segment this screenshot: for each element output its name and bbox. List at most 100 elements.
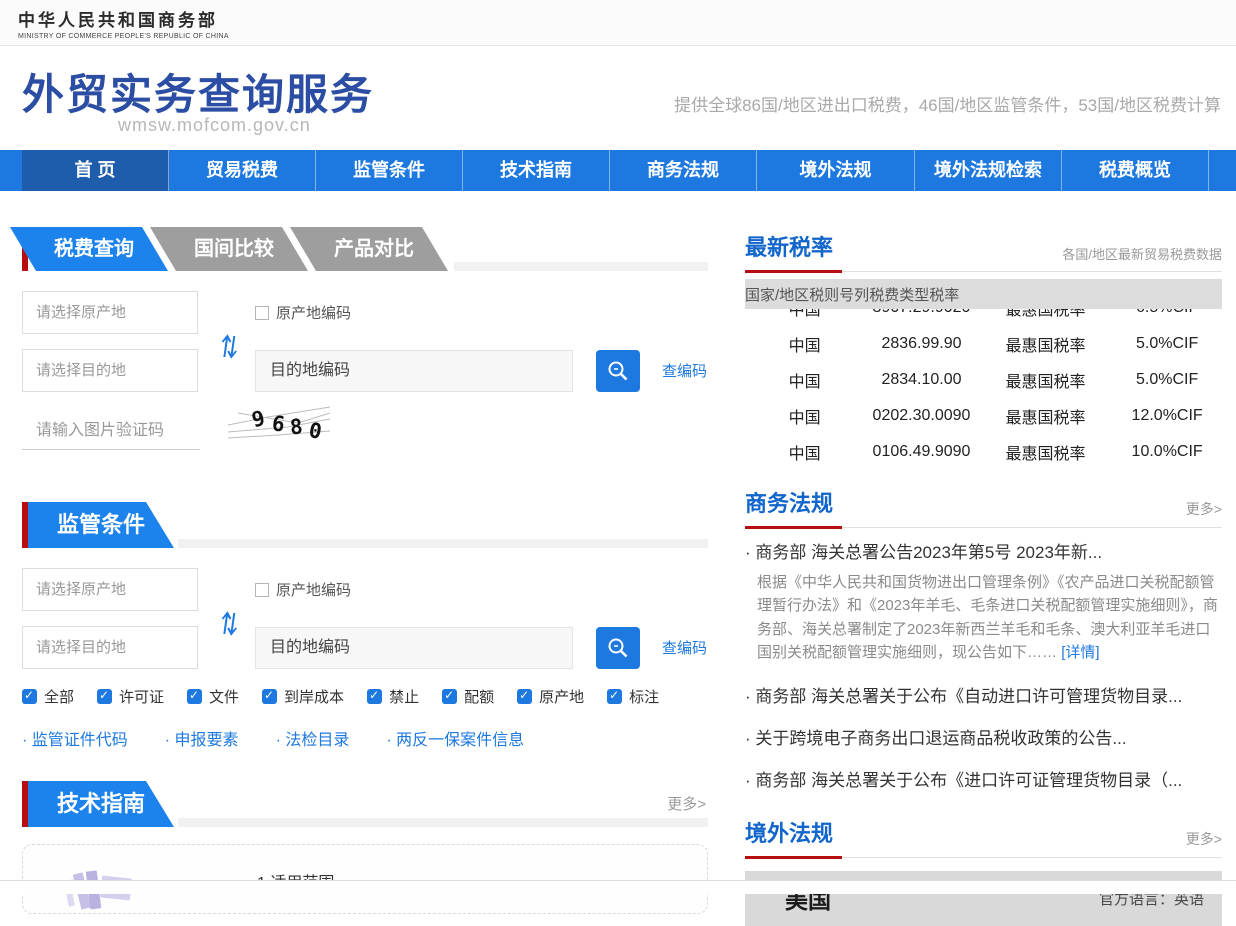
captcha-image[interactable]: 9680 <box>228 405 330 445</box>
origin-code-checkbox[interactable]: 原产地编码 <box>255 579 351 600</box>
query-tab[interactable]: 国间比较 <box>150 227 308 271</box>
nav-item[interactable]: 境外法规 <box>757 150 915 191</box>
regulation-item[interactable]: · 关于跨境电子商务出口退运商品税收政策的公告... <box>745 724 1222 749</box>
detail-link[interactable]: [详情] <box>1061 644 1099 661</box>
nav-item[interactable]: 首 页 <box>22 150 169 191</box>
quick-link[interactable]: · 申报要素 <box>165 726 239 750</box>
quick-link[interactable]: · 法检目录 <box>276 726 350 750</box>
origin-select[interactable]: 请选择原产地 <box>22 568 198 611</box>
filter-label: 全部 <box>44 686 74 707</box>
filter-checkbox[interactable]: 全部 <box>22 686 74 707</box>
supervision-quick-links: · 监管证件代码 · 申报要素 · 法检目录 · 两反一保案件信息 <box>22 726 708 750</box>
origin-code-checkbox[interactable]: 原产地编码 <box>255 302 351 323</box>
rates-rate: 6.5%CIF <box>1112 309 1222 317</box>
filter-checkbox[interactable]: 到岸成本 <box>262 686 344 707</box>
mofcom-logo-cn: 中华人民共和国商务部 <box>18 6 1236 31</box>
rates-hs-code: 0106.49.9090 <box>864 443 978 461</box>
captcha-input[interactable]: 请输入图片验证码 <box>22 408 200 450</box>
query-tab[interactable]: 税费查询 <box>10 227 168 271</box>
destination-code-input[interactable]: 目的地编码 <box>255 350 573 392</box>
tax-query-form: 请选择原产地 原产地编码 请选择目的地 目的地编码 <box>22 291 708 450</box>
filter-checkbox[interactable]: 原产地 <box>517 686 584 707</box>
red-accent-bar <box>22 502 28 548</box>
quick-link[interactable]: · 监管证件代码 <box>22 726 128 750</box>
tax-query-tabs: 税费查询 国间比较 产品对比 <box>22 227 708 271</box>
mofcom-logo-en: MINISTRY OF COMMERCE PEOPLE'S REPUBLIC O… <box>18 33 1236 40</box>
destination-code-input[interactable]: 目的地编码 <box>255 627 573 669</box>
checkbox-checked-icon[interactable] <box>607 689 622 704</box>
rates-country: 中国 <box>745 332 864 356</box>
rates-row[interactable]: 中国 0202.30.0090 最惠国税率 12.0%CIF <box>745 398 1222 434</box>
left-column: 税费查询 国间比较 产品对比 请选择原产地 原产地编码 请选择 <box>22 191 708 914</box>
nav-item[interactable]: 境外法规检索 <box>915 150 1062 191</box>
rates-rate: 5.0%CIF <box>1112 371 1222 389</box>
rates-row[interactable]: 中国 2836.99.90 最惠国税率 5.0%CIF <box>745 326 1222 362</box>
rates-hs-code: 2834.10.00 <box>864 371 978 389</box>
checkbox-checked-icon[interactable] <box>187 689 202 704</box>
foreign-regulations-more-link[interactable]: 更多> <box>1186 829 1222 849</box>
checkbox-unchecked-icon[interactable] <box>255 583 269 597</box>
red-underline <box>745 270 842 273</box>
nav-item[interactable]: 贸易税费 <box>169 150 316 191</box>
rates-column-header: 国家/地区 <box>745 284 809 305</box>
featured-regulation-summary: 根据《中华人民共和国货物进出口管理条例》《农产品进口关税配额管理暂行办法》和《2… <box>757 571 1219 665</box>
search-button[interactable] <box>596 627 640 669</box>
site-title: 外贸实务查询服务 <box>22 61 374 122</box>
rates-rate: 12.0%CIF <box>1112 407 1222 425</box>
origin-select[interactable]: 请选择原产地 <box>22 291 198 334</box>
filter-checkbox[interactable]: 禁止 <box>367 686 419 707</box>
nav-item[interactable]: 技术指南 <box>463 150 610 191</box>
checkbox-checked-icon[interactable] <box>22 689 37 704</box>
filter-label: 原产地 <box>539 686 584 707</box>
site-header: 外贸实务查询服务 wmsw.mofcom.gov.cn 提供全球86国/地区进出… <box>0 47 1236 150</box>
tech-guide-section-header: 技术指南 更多> <box>22 781 708 827</box>
checkbox-checked-icon[interactable] <box>367 689 382 704</box>
filter-checkbox[interactable]: 标注 <box>607 686 659 707</box>
rates-rate: 5.0%CIF <box>1112 335 1222 353</box>
origin-code-label: 原产地编码 <box>276 302 351 323</box>
destination-select[interactable]: 请选择目的地 <box>22 626 198 669</box>
nav-item[interactable]: 监管条件 <box>316 150 463 191</box>
nav-item[interactable]: 商务法规 <box>610 150 757 191</box>
checkbox-unchecked-icon[interactable] <box>255 306 269 320</box>
regulation-item[interactable]: · 商务部 海关总署关于公布《进口许可证管理货物目录（... <box>745 766 1222 791</box>
lookup-code-link[interactable]: 查编码 <box>662 637 707 658</box>
checkbox-checked-icon[interactable] <box>262 689 277 704</box>
featured-regulation-title[interactable]: · 商务部 海关总署公告2023年第5号 2023年新... <box>745 538 1222 563</box>
swap-arrows-icon[interactable] <box>218 608 242 638</box>
country-box[interactable]: 美国 官方语言：英语 <box>745 871 1222 926</box>
tech-guide-card[interactable]: 1.适用范围 <box>22 844 708 914</box>
rates-type: 最惠国税率 <box>979 368 1113 392</box>
lookup-code-link[interactable]: 查编码 <box>662 360 707 381</box>
checkbox-checked-icon[interactable] <box>97 689 112 704</box>
quick-link[interactable]: · 两反一保案件信息 <box>386 726 524 750</box>
filter-checkbox[interactable]: 许可证 <box>97 686 164 707</box>
checkbox-checked-icon[interactable] <box>442 689 457 704</box>
supervision-section-header: 监管条件 <box>22 502 708 548</box>
search-button[interactable] <box>596 350 640 392</box>
rates-column-header: 税则号列 <box>809 284 869 305</box>
tech-guide-more-link[interactable]: 更多> <box>667 793 706 814</box>
biz-regulations-more-link[interactable]: 更多> <box>1186 499 1222 519</box>
foreign-regulations-header: 境外法规 更多> <box>745 816 1222 858</box>
gov-topbar: 中华人民共和国商务部 MINISTRY OF COMMERCE PEOPLE'S… <box>0 0 1236 46</box>
filter-label: 到岸成本 <box>284 686 344 707</box>
nav-item[interactable]: 税费概览 <box>1062 150 1209 191</box>
destination-select[interactable]: 请选择目的地 <box>22 349 198 392</box>
site-domain: wmsw.mofcom.gov.cn <box>118 115 311 136</box>
checkbox-checked-icon[interactable] <box>517 689 532 704</box>
rates-row[interactable]: 中国 2834.10.00 最惠国税率 5.0%CIF <box>745 362 1222 398</box>
biz-regulations-title: 商务法规 <box>745 486 833 518</box>
rates-ticker-viewport: 中国 3907.29.9020 最惠国税率 6.5%CIF 中国 2836.99… <box>745 309 1222 470</box>
filter-label: 文件 <box>209 686 239 707</box>
rates-country: 中国 <box>745 309 864 320</box>
regulation-item[interactable]: · 商务部 海关总署关于公布《自动进口许可管理货物目录... <box>745 682 1222 707</box>
main-nav: 首 页 贸易税费 监管条件 技术指南 商务法规 境外法规 境外法规检索 税费概览 <box>0 150 1236 191</box>
query-tab[interactable]: 产品对比 <box>290 227 448 271</box>
rates-row[interactable]: 中国 3907.29.9020 最惠国税率 6.5%CIF <box>745 309 1222 326</box>
filter-checkbox[interactable]: 文件 <box>187 686 239 707</box>
filter-checkbox[interactable]: 配额 <box>442 686 494 707</box>
rates-row[interactable]: 中国 0106.49.9090 最惠国税率 10.0%CIF <box>745 434 1222 470</box>
swap-arrows-icon[interactable] <box>218 331 242 361</box>
red-accent-bar <box>22 781 28 827</box>
